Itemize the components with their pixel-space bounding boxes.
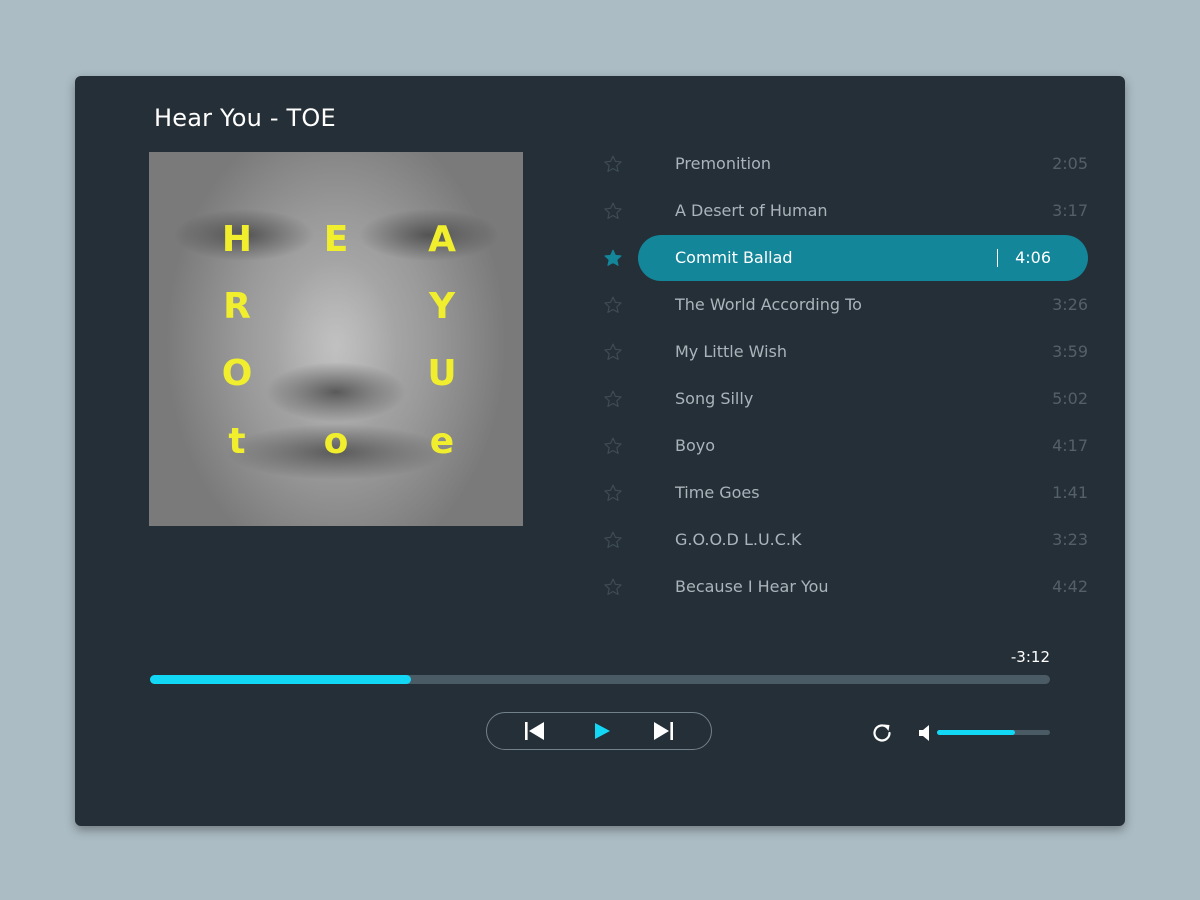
track-row[interactable]: My Little Wish 3:59 <box>604 329 1088 375</box>
star-outline-icon[interactable] <box>603 483 623 503</box>
star-outline-icon[interactable] <box>603 436 623 456</box>
cover-letter: E <box>323 219 349 260</box>
track-duration: 4:06 <box>1015 248 1051 267</box>
volume-slider[interactable] <box>937 730 1050 735</box>
cover-letter: e <box>429 421 455 462</box>
cover-letter: R <box>223 286 251 327</box>
track-duration: 3:23 <box>1052 530 1088 549</box>
track-row-active[interactable]: Commit Ballad 4:06 <box>604 235 1088 281</box>
track-row[interactable]: Time Goes 1:41 <box>604 470 1088 516</box>
track-title: Boyo <box>675 436 716 455</box>
track-title: Premonition <box>675 154 772 173</box>
progress-fill <box>150 675 411 684</box>
track-duration: 3:17 <box>1052 201 1088 220</box>
cover-letter: H <box>221 219 253 260</box>
star-outline-icon[interactable] <box>603 577 623 597</box>
progress-bar[interactable] <box>150 675 1050 684</box>
star-outline-icon[interactable] <box>603 530 623 550</box>
speaker-icon[interactable] <box>918 723 934 743</box>
skip-next-icon[interactable] <box>652 721 674 741</box>
music-player-window: Hear You - TOE H E A R Y O U t o e Premo… <box>75 76 1125 826</box>
play-icon[interactable] <box>591 721 613 741</box>
track-row[interactable]: Boyo 4:17 <box>604 423 1088 469</box>
star-outline-icon[interactable] <box>603 389 623 409</box>
star-outline-icon[interactable] <box>603 154 623 174</box>
volume-fill <box>937 730 1015 735</box>
track-row[interactable]: A Desert of Human 3:17 <box>604 188 1088 234</box>
cover-letter: O <box>221 353 253 394</box>
track-row[interactable]: G.O.O.D L.U.C.K 3:23 <box>604 517 1088 563</box>
track-row[interactable]: Because I Hear You 4:42 <box>604 564 1088 610</box>
track-title: A Desert of Human <box>675 201 828 220</box>
artist-name: TOE <box>286 104 336 132</box>
track-row[interactable]: Premonition 2:05 <box>604 141 1088 187</box>
track-duration: 2:05 <box>1052 154 1088 173</box>
track-duration: 5:02 <box>1052 389 1088 408</box>
track-duration: 4:17 <box>1052 436 1088 455</box>
cover-letter: A <box>428 219 456 260</box>
time-remaining: -3:12 <box>1010 648 1050 666</box>
track-duration: 1:41 <box>1052 483 1088 502</box>
track-title: Song Silly <box>675 389 754 408</box>
row-divider <box>997 249 998 267</box>
track-title: My Little Wish <box>675 342 788 361</box>
track-row[interactable]: Song Silly 5:02 <box>604 376 1088 422</box>
star-outline-icon[interactable] <box>603 342 623 362</box>
star-filled-icon[interactable] <box>603 248 623 268</box>
cover-letter: U <box>427 353 457 394</box>
skip-previous-icon[interactable] <box>524 721 546 741</box>
album-cover: H E A R Y O U t o e <box>149 152 523 526</box>
track-title: Because I Hear You <box>675 577 829 596</box>
track-title: Time Goes <box>675 483 760 502</box>
track-title: Commit Ballad <box>675 248 793 267</box>
track-title: G.O.O.D L.U.C.K <box>675 530 802 549</box>
song-name: Hear You <box>154 104 262 132</box>
track-duration: 4:42 <box>1052 577 1088 596</box>
transport-controls <box>486 712 712 750</box>
track-row[interactable]: The World According To 3:26 <box>604 282 1088 328</box>
cover-letter: Y <box>428 286 456 327</box>
now-playing-title: Hear You - TOE <box>154 104 336 132</box>
title-separator: - <box>261 104 287 132</box>
cover-letter: t <box>228 421 246 462</box>
track-duration: 3:26 <box>1052 295 1088 314</box>
track-duration: 3:59 <box>1052 342 1088 361</box>
cover-letter: o <box>323 421 349 462</box>
star-outline-icon[interactable] <box>603 295 623 315</box>
repeat-icon[interactable] <box>870 721 894 745</box>
track-title: The World According To <box>675 295 862 314</box>
star-outline-icon[interactable] <box>603 201 623 221</box>
